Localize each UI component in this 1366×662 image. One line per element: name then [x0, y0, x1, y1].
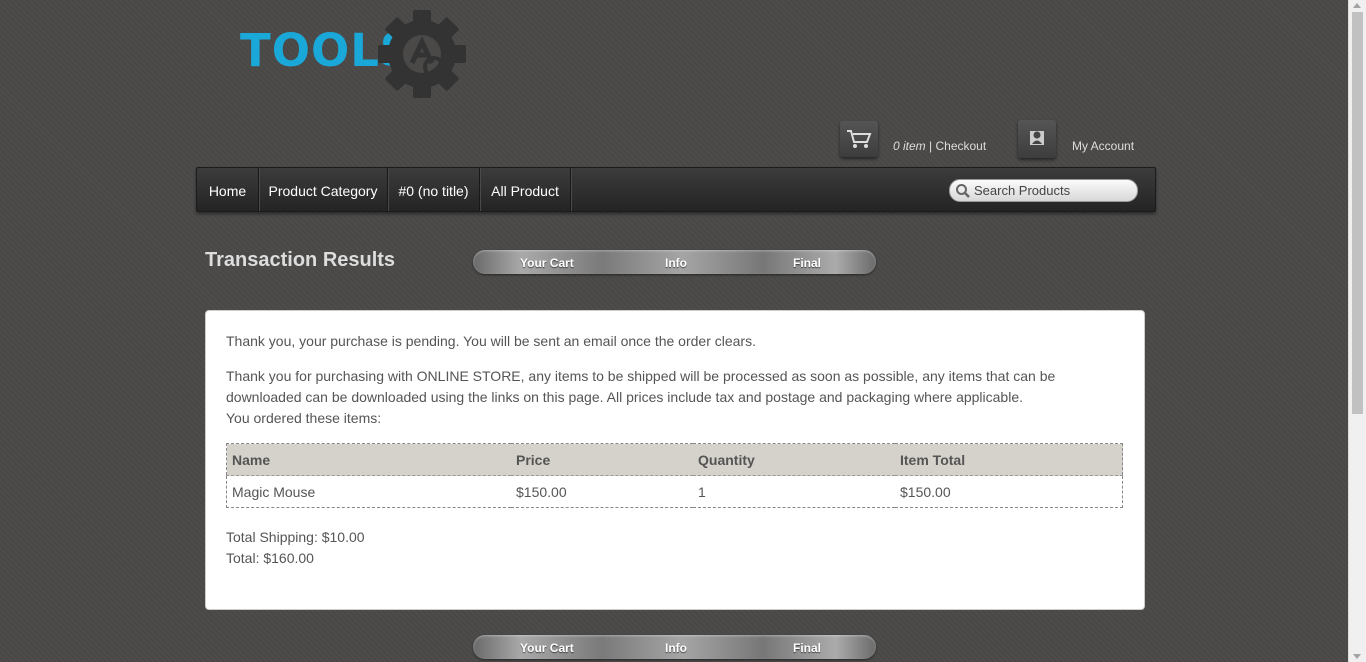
step-your-cart[interactable]: Your Cart: [520, 256, 574, 270]
my-account-link[interactable]: My Account: [1072, 139, 1134, 153]
total-shipping: Total Shipping: $10.00: [226, 529, 365, 545]
site-logo[interactable]: TOOLS A: [240, 8, 492, 104]
nav-item-home[interactable]: Home: [197, 168, 259, 211]
user-icon: [1030, 131, 1044, 145]
table-header-row: Name Price Quantity Item Total: [226, 443, 1123, 476]
search-icon: [956, 184, 970, 198]
account-button[interactable]: [1018, 120, 1056, 158]
cell-quantity: 1: [693, 475, 895, 508]
checkout-steps-bottom: Your Cart Info Final: [473, 635, 876, 659]
ordered-intro: You ordered these items:: [226, 410, 382, 426]
scrollbar-thumb[interactable]: [1352, 12, 1363, 414]
cart-button[interactable]: [840, 121, 878, 157]
search-input[interactable]: [974, 180, 1134, 201]
cart-count: 0 item: [893, 139, 926, 153]
nav-item-product-category[interactable]: Product Category: [259, 168, 388, 211]
step-final[interactable]: Final: [793, 256, 821, 270]
scroll-up-icon[interactable]: [1353, 3, 1361, 8]
column-header-item-total: Item Total: [895, 443, 1123, 476]
totals: Total Shipping: $10.00 Total: $160.00: [226, 527, 365, 569]
nav-item-all-product[interactable]: All Product: [480, 168, 571, 211]
cart-separator: |: [925, 139, 936, 153]
step-final[interactable]: Final: [793, 641, 821, 655]
cell-name: Magic Mouse: [226, 475, 511, 508]
column-header-quantity: Quantity: [693, 443, 895, 476]
order-total: Total: $160.00: [226, 550, 314, 566]
gear-logo-icon: A: [378, 10, 466, 98]
main-nav: Home Product Category #0 (no title) All …: [196, 167, 1156, 212]
page-scrollbar[interactable]: [1348, 0, 1366, 662]
nav-item-no-title[interactable]: #0 (no title): [388, 168, 480, 211]
scroll-down-icon[interactable]: [1353, 654, 1361, 659]
column-header-price: Price: [511, 443, 693, 476]
checkout-link[interactable]: Checkout: [935, 139, 986, 153]
thanks-message: Thank you for purchasing with ONLINE STO…: [226, 368, 1056, 405]
step-info[interactable]: Info: [665, 641, 687, 655]
cell-price: $150.00: [511, 475, 693, 508]
order-table: Name Price Quantity Item Total Magic Mou…: [226, 443, 1123, 508]
cell-item-total: $150.00: [895, 475, 1123, 508]
checkout-steps-top: Your Cart Info Final: [473, 250, 876, 274]
cart-summary: 0 item | Checkout: [893, 139, 986, 153]
page-title: Transaction Results: [205, 249, 396, 271]
table-row: Magic Mouse $150.00 1 $150.00: [226, 475, 1123, 508]
search-box: [949, 179, 1138, 202]
pending-message: Thank you, your purchase is pending. You…: [226, 333, 756, 349]
step-info[interactable]: Info: [665, 256, 687, 270]
shopping-cart-icon: [847, 130, 872, 148]
transaction-results-panel: Thank you, your purchase is pending. You…: [205, 310, 1145, 610]
step-your-cart[interactable]: Your Cart: [520, 641, 574, 655]
column-header-name: Name: [226, 443, 511, 476]
